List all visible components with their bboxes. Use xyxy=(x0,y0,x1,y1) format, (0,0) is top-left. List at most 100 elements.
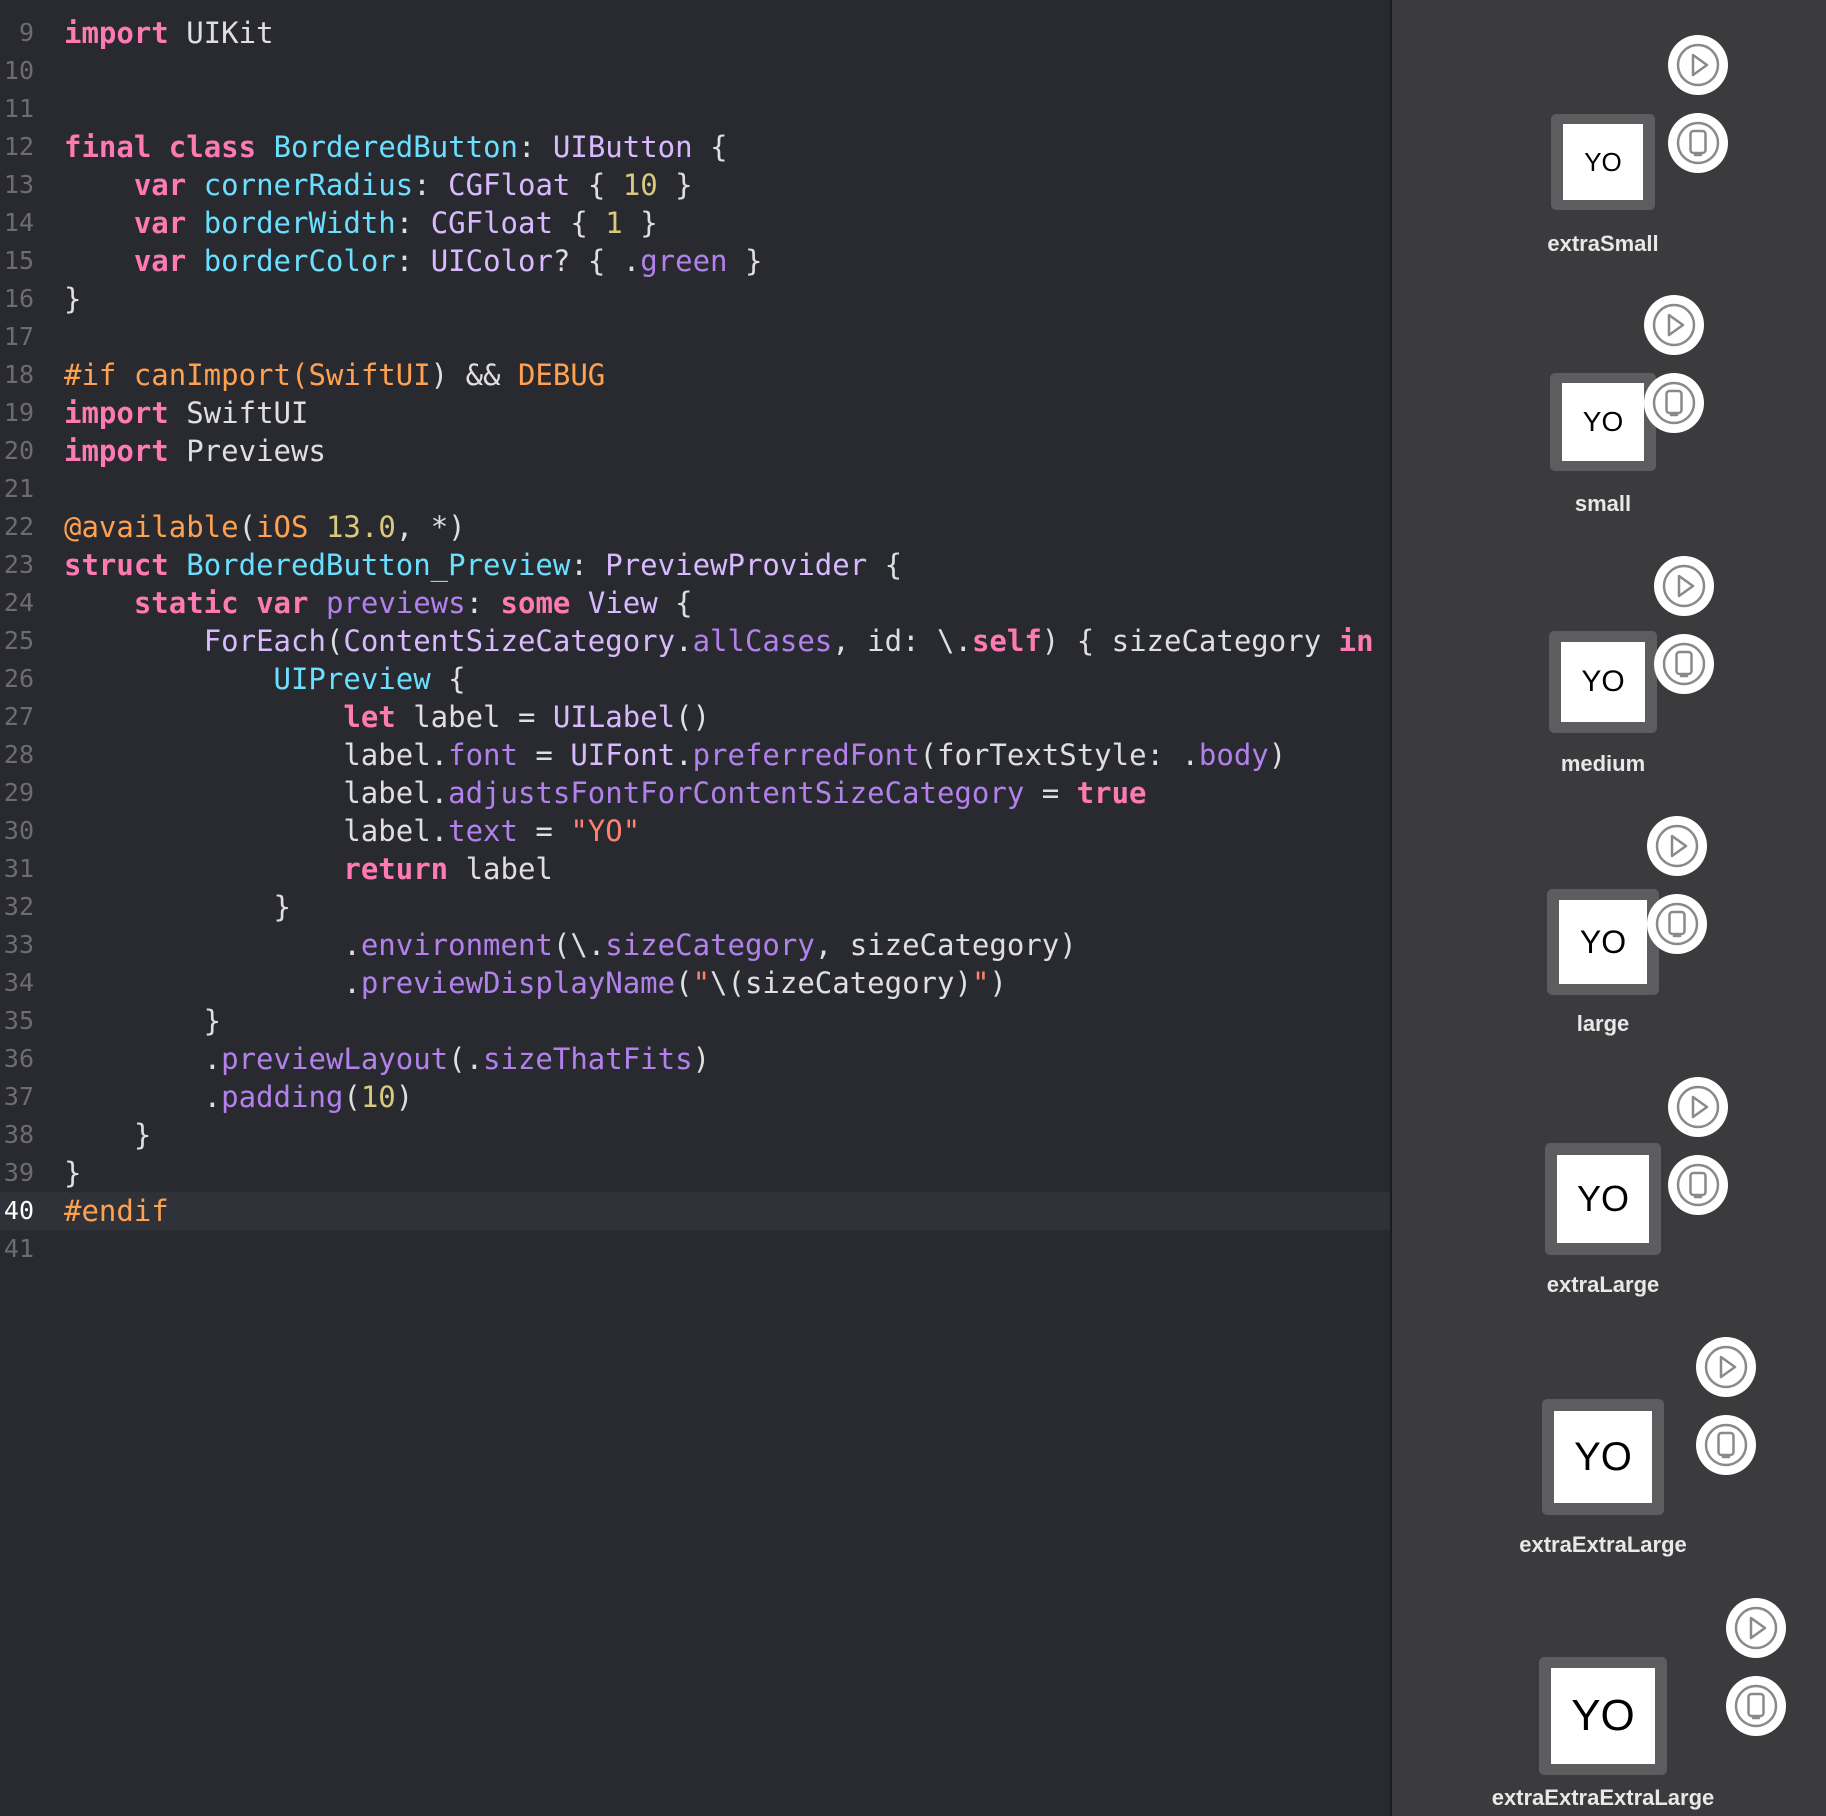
code-token: (forTextStyle: . xyxy=(919,738,1199,772)
code-token: , sizeCategory) xyxy=(814,928,1077,962)
code-text: .padding(10) xyxy=(64,1078,414,1116)
play-circle-icon xyxy=(1676,43,1720,87)
live-preview-button[interactable] xyxy=(1668,35,1728,95)
line-number: 11 xyxy=(3,94,34,123)
preview-on-device-button[interactable] xyxy=(1696,1415,1756,1475)
code-editor[interactable]: 9 import UIKit 10 11 12 final class BorderedB… xyxy=(0,0,1390,1816)
code-token: CGFloat xyxy=(430,206,553,240)
preview-card[interactable]: YO xyxy=(1547,889,1659,995)
live-preview-button[interactable] xyxy=(1654,556,1714,616)
code-line[interactable]: 40 #endif xyxy=(0,1192,1390,1230)
code-token: self xyxy=(971,624,1042,658)
live-preview-button[interactable] xyxy=(1644,295,1704,355)
code-line[interactable]: 22 @available(iOS 13.0, *) xyxy=(0,508,1390,546)
code-token: { xyxy=(552,206,606,240)
code-line[interactable]: 36 .previewLayout(.sizeThatFits) xyxy=(0,1040,1390,1078)
preview-card[interactable]: YO xyxy=(1551,114,1655,210)
code-line[interactable]: 26 UIPreview { xyxy=(0,660,1390,698)
code-line[interactable]: 30 label.text = "YO" xyxy=(0,812,1390,850)
line-number: 39 xyxy=(3,1158,34,1187)
code-line[interactable]: 24 static var previews: some View { xyxy=(0,584,1390,622)
line-number: 15 xyxy=(3,246,34,275)
code-line[interactable]: 16} xyxy=(0,280,1390,318)
code-line[interactable]: 14 var borderWidth: CGFloat { 1 } xyxy=(0,204,1390,242)
preview-display-name: extraLarge xyxy=(1546,1272,1660,1297)
preview-card[interactable]: YO xyxy=(1550,373,1656,471)
line-number: 20 xyxy=(3,436,34,465)
preview-card[interactable]: YO xyxy=(1549,631,1657,733)
code-token: let xyxy=(343,700,396,734)
live-preview-button[interactable] xyxy=(1647,816,1707,876)
code-line[interactable]: 29 label.adjustsFontForContentSizeCatego… xyxy=(0,774,1390,812)
code-line[interactable]: 25 ForEach(ContentSizeCategory.allCases,… xyxy=(0,622,1390,660)
preview-on-device-button[interactable] xyxy=(1726,1676,1786,1736)
code-token: in xyxy=(1338,624,1374,658)
code-line[interactable]: 41 xyxy=(0,1230,1390,1268)
preview-card[interactable]: YO xyxy=(1539,1657,1667,1775)
code-token: text xyxy=(448,814,518,848)
preview-on-device-button[interactable] xyxy=(1668,1155,1728,1215)
code-line[interactable]: 23 struct BorderedButton_Preview: Preview… xyxy=(0,546,1390,584)
preview-display-name: small xyxy=(1574,491,1632,516)
preview-on-device-button[interactable] xyxy=(1644,373,1704,433)
line-number: 18 xyxy=(3,360,34,389)
preview-label: YO xyxy=(1551,1668,1655,1764)
code-line[interactable]: 9 import UIKit xyxy=(0,14,1390,52)
code-token: (\. xyxy=(552,928,606,962)
code-line[interactable]: 38 } xyxy=(0,1116,1390,1154)
preview-on-device-button[interactable] xyxy=(1668,113,1728,173)
code-line[interactable]: 35 } xyxy=(0,1002,1390,1040)
preview-on-device-button[interactable] xyxy=(1654,634,1714,694)
line-number: 14 xyxy=(3,208,34,237)
code-token: iOS xyxy=(256,510,309,544)
code-line[interactable]: 12 final class BorderedButton: UIButton { xyxy=(0,128,1390,166)
line-number: 10 xyxy=(3,56,34,85)
code-line[interactable]: 32 } xyxy=(0,888,1390,926)
code-line[interactable]: 33 .environment(\.sizeCategory, sizeCate… xyxy=(0,926,1390,964)
code-token: = xyxy=(1024,776,1077,810)
code-token: Previews xyxy=(168,434,326,468)
live-preview-button[interactable] xyxy=(1668,1077,1728,1137)
code-line[interactable]: 11 xyxy=(0,90,1390,128)
code-token: . xyxy=(64,966,361,1000)
live-preview-button[interactable] xyxy=(1696,1337,1756,1397)
code-token: "YO" xyxy=(570,814,641,848)
code-line[interactable]: 34 .previewDisplayName("\(sizeCategory)"… xyxy=(0,964,1390,1002)
code-line[interactable]: 31 return label xyxy=(0,850,1390,888)
play-circle-icon xyxy=(1652,303,1696,347)
code-token: } xyxy=(64,1118,152,1152)
code-text: label.font = UIFont.preferredFont(forTex… xyxy=(64,736,1286,774)
preview-card[interactable]: YO xyxy=(1545,1143,1661,1255)
code-token: } xyxy=(64,1004,222,1038)
line-number: 31 xyxy=(3,854,34,883)
code-line[interactable]: 27 let label = UILabel() xyxy=(0,698,1390,736)
code-line[interactable]: 13 var cornerRadius: CGFloat { 10 } xyxy=(0,166,1390,204)
code-token: @available xyxy=(64,510,239,544)
code-line[interactable]: 15 var borderColor: UIColor? { .green } xyxy=(0,242,1390,280)
preview-card[interactable]: YO xyxy=(1542,1399,1664,1515)
code-token: ( xyxy=(343,1080,361,1114)
code-token: } xyxy=(64,890,291,924)
code-line[interactable]: 37 .padding(10) xyxy=(0,1078,1390,1116)
code-token: previewLayout xyxy=(221,1042,449,1076)
code-token: BorderedButton xyxy=(273,130,518,164)
code-line[interactable]: 20 import Previews xyxy=(0,432,1390,470)
code-line[interactable]: 18 #if canImport(SwiftUI) && DEBUG xyxy=(0,356,1390,394)
code-line[interactable]: 21 xyxy=(0,470,1390,508)
code-token: . xyxy=(64,1042,222,1076)
preview-label: YO xyxy=(1557,1155,1649,1243)
line-number: 28 xyxy=(3,740,34,769)
code-line[interactable]: 19 import SwiftUI xyxy=(0,394,1390,432)
code-text: var cornerRadius: CGFloat { 10 } xyxy=(64,166,693,204)
live-preview-button[interactable] xyxy=(1726,1598,1786,1658)
code-line[interactable]: 17 xyxy=(0,318,1390,356)
preview-on-device-button[interactable] xyxy=(1647,894,1707,954)
code-line[interactable]: 28 label.font = UIFont.preferredFont(for… xyxy=(0,736,1390,774)
code-token: . xyxy=(64,928,361,962)
preview-label: YO xyxy=(1554,1411,1652,1503)
code-token: } xyxy=(622,206,658,240)
code-line[interactable]: 10 xyxy=(0,52,1390,90)
code-line[interactable]: 39} xyxy=(0,1154,1390,1192)
